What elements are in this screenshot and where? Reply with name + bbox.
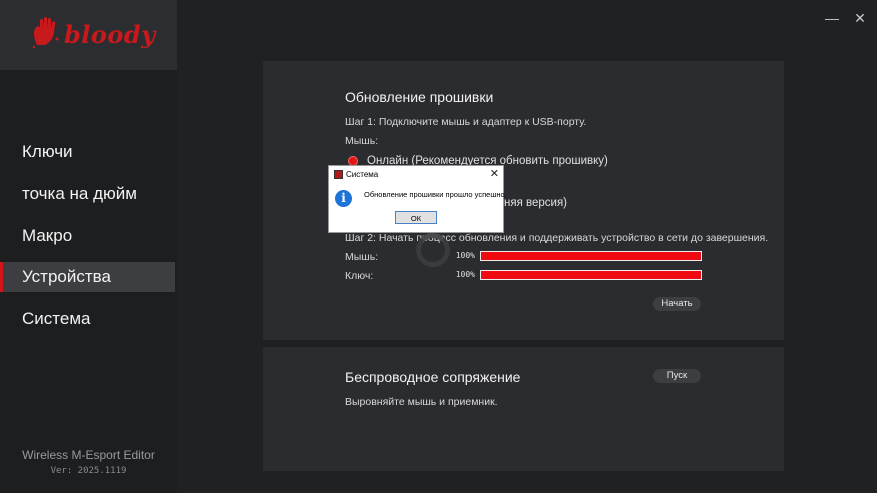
step1-text: Шаг 1: Подключите мышь и адаптер к USB-п…: [345, 116, 587, 128]
bloody-hand-logo-icon: [32, 17, 59, 49]
sidebar-item-keys[interactable]: Ключи: [0, 137, 175, 167]
app-name: Wireless M-Esport Editor: [22, 448, 155, 462]
wireless-pairing-panel: Беспроводное сопряжение Выровняйте мышь …: [263, 347, 784, 471]
sidebar-item-devices[interactable]: Устройства: [0, 262, 175, 292]
progress-dongle-percent: 100%: [455, 270, 475, 279]
local-option-label[interactable]: няя версия): [504, 197, 567, 209]
dialog-ok-button[interactable]: ОК: [395, 211, 437, 224]
app-icon: [334, 170, 343, 179]
progress-dongle-fill: [481, 271, 701, 279]
progress-mouse-label: Мышь:: [345, 251, 379, 263]
dialog-message: Обновление прошивки прошло успешно.: [364, 190, 507, 199]
sidebar: bloody Ключи точка на дюйм Макро Устройс…: [0, 0, 177, 493]
dialog-close-button[interactable]: ✕: [490, 167, 499, 180]
app-version: Ver: 2025.1119: [50, 466, 127, 476]
system-dialog: Система ✕ i Обновление прошивки прошло у…: [328, 165, 507, 233]
pairing-description: Выровняйте мышь и приемник.: [345, 396, 498, 408]
dialog-body: i Обновление прошивки прошло успешно. ОК: [329, 182, 507, 232]
dialog-title: Система: [346, 170, 379, 179]
firmware-title: Обновление прошивки: [345, 89, 494, 105]
pairing-start-button[interactable]: Пуск: [653, 369, 701, 383]
close-button[interactable]: ✕: [850, 8, 870, 28]
mouse-label: Мышь:: [345, 135, 379, 147]
pairing-title: Беспроводное сопряжение: [345, 369, 521, 385]
info-icon: i: [335, 190, 352, 207]
progress-dongle-label: Ключ:: [345, 270, 374, 282]
progress-dongle-bar: [480, 270, 702, 280]
sidebar-item-macro[interactable]: Макро: [0, 221, 175, 251]
minimize-button[interactable]: —: [822, 8, 842, 28]
sidebar-item-system[interactable]: Система: [0, 304, 175, 334]
progress-mouse-fill: [481, 252, 701, 260]
progress-mouse-bar: [480, 251, 702, 261]
step2-text: Шаг 2: Начать процесс обновления и подде…: [345, 232, 769, 244]
progress-mouse-percent: 100%: [455, 251, 475, 260]
logo-area: bloody: [0, 0, 177, 70]
start-update-button[interactable]: Начать: [653, 297, 701, 311]
loading-spinner-icon: [416, 233, 450, 267]
sidebar-item-dpi[interactable]: точка на дюйм: [0, 179, 175, 209]
brand-logo-text: bloody: [64, 20, 156, 49]
